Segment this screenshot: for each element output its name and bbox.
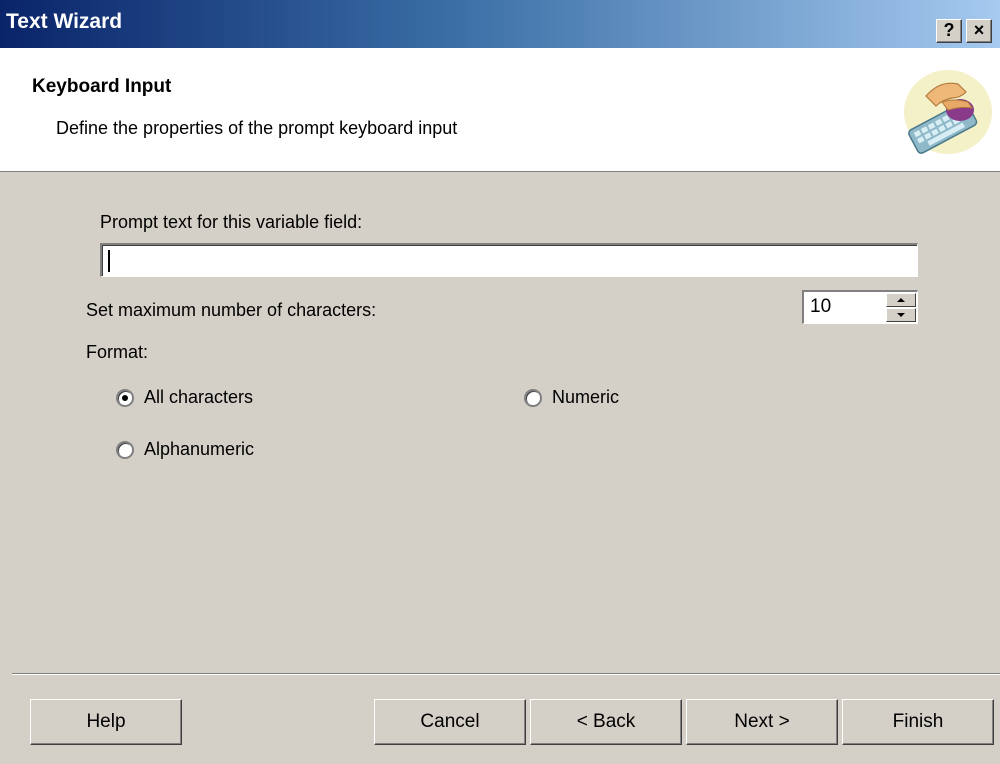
radio-circle-icon bbox=[524, 388, 542, 407]
title-bar: Text Wizard ? × bbox=[0, 0, 1000, 48]
text-caret bbox=[108, 250, 110, 272]
back-button[interactable]: < Back bbox=[530, 699, 682, 745]
max-chars-value: 10 bbox=[810, 296, 832, 317]
radio-alphanumeric[interactable]: Alphanumeric bbox=[116, 439, 254, 460]
spin-down-arrow-icon[interactable] bbox=[886, 308, 916, 322]
max-chars-spinner[interactable]: 10 bbox=[802, 290, 918, 324]
radio-circle-icon bbox=[116, 388, 134, 407]
help-icon[interactable]: ? bbox=[936, 19, 962, 43]
max-chars-label: Set maximum number of characters: bbox=[86, 300, 377, 320]
help-button[interactable]: Help bbox=[30, 699, 182, 745]
window-title: Text Wizard bbox=[6, 10, 123, 33]
radio-selected-dot bbox=[122, 394, 128, 401]
radio-numeric-label: Numeric bbox=[552, 387, 620, 407]
finish-button[interactable]: Finish bbox=[842, 699, 994, 745]
footer-divider bbox=[12, 673, 1000, 675]
radio-circle-icon bbox=[116, 440, 134, 459]
close-icon[interactable]: × bbox=[966, 19, 992, 43]
page-subtitle: Define the properties of the prompt keyb… bbox=[56, 118, 458, 138]
format-label: Format: bbox=[86, 342, 149, 362]
radio-all-characters[interactable]: All characters bbox=[116, 387, 253, 408]
wizard-header: Keyboard Input Define the properties of … bbox=[0, 48, 1000, 172]
radio-numeric[interactable]: Numeric bbox=[524, 387, 619, 408]
page-title: Keyboard Input bbox=[32, 76, 172, 97]
spinner-arrows bbox=[886, 293, 916, 322]
next-button[interactable]: Next > bbox=[686, 699, 838, 745]
radio-all-characters-label: All characters bbox=[144, 387, 254, 407]
radio-alphanumeric-label: Alphanumeric bbox=[144, 439, 255, 459]
keyboard-hand-icon bbox=[904, 70, 992, 154]
prompt-text-input[interactable] bbox=[100, 243, 918, 277]
prompt-text-label: Prompt text for this variable field: bbox=[100, 212, 363, 232]
cancel-button[interactable]: Cancel bbox=[374, 699, 526, 745]
spin-up-arrow-icon[interactable] bbox=[886, 293, 916, 307]
